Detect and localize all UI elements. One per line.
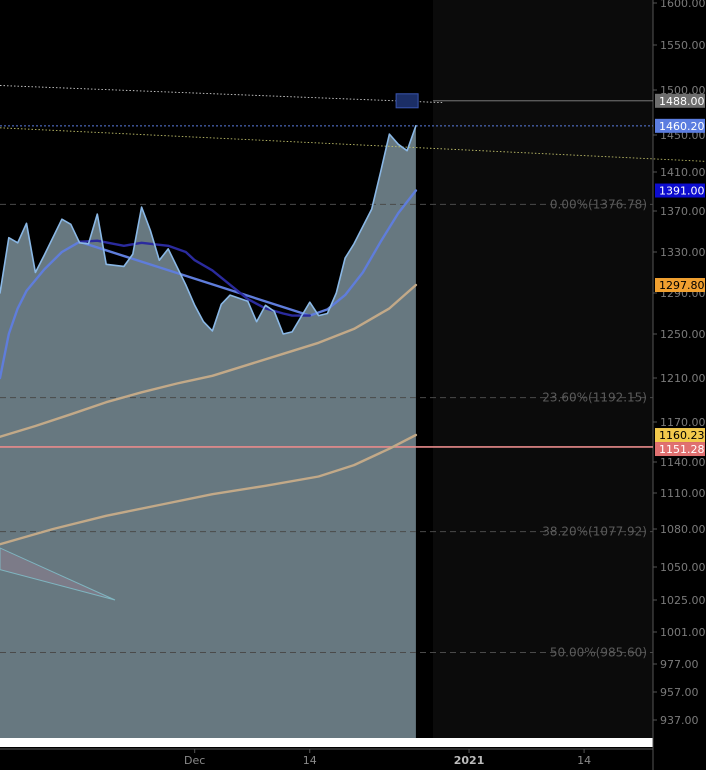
marker-box[interactable] [395, 93, 419, 109]
x-axis-band [0, 738, 653, 747]
fib-label-0: 0.00%(1376.78) [550, 197, 647, 211]
y-tick-label-15: 1025.00 [660, 594, 706, 607]
price-badge-label-5: 1151.28 [659, 443, 705, 456]
price-badge-label-1: 1460.20 [659, 120, 705, 133]
price-badge-label-2: 1391.00 [659, 185, 705, 198]
y-tick-label-12: 1110.00 [660, 487, 706, 500]
x-tick-label-2: 2021 [454, 754, 485, 767]
future-region [433, 0, 653, 738]
x-tick-label-0: Dec [184, 754, 205, 767]
y-tick-label-9: 1210.00 [660, 372, 706, 385]
y-tick-label-6: 1330.00 [660, 246, 706, 259]
y-tick-label-5: 1370.00 [660, 205, 706, 218]
fib-label-2: 38.20%(1077.92) [542, 525, 647, 539]
y-tick-label-8: 1250.00 [660, 328, 706, 341]
price-badge-label-0: 1488.00 [659, 95, 705, 108]
y-tick-label-19: 937.00 [660, 714, 699, 727]
marker-layer[interactable] [395, 93, 419, 109]
y-tick-label-17: 977.00 [660, 658, 699, 671]
price-badge-label-3: 1297.80 [659, 279, 705, 292]
fib-label-3: 50.00%(985.60) [550, 646, 647, 660]
y-tick-label-10: 1170.00 [660, 416, 706, 429]
y-tick-label-1: 1550.00 [660, 39, 706, 52]
y-tick-label-0: 1600.00 [660, 0, 706, 10]
y-tick-label-14: 1050.00 [660, 561, 706, 574]
price-chart[interactable]: 0.00%(1376.78) 23.60%(1192.15) 38.20%(1077… [0, 0, 706, 770]
y-tick-label-16: 1001.00 [660, 626, 706, 639]
y-tick-label-18: 957.00 [660, 686, 699, 699]
y-tick-label-13: 1080.00 [660, 523, 706, 536]
y-tick-label-11: 1140.00 [660, 456, 706, 469]
fib-label-1: 23.60%(1192.15) [542, 391, 647, 405]
y-tick-label-4: 1410.00 [660, 166, 706, 179]
price-badge-label-4: 1160.23 [659, 429, 705, 442]
x-tick-label-3: 14 [577, 754, 591, 767]
x-tick-label-1: 14 [303, 754, 317, 767]
